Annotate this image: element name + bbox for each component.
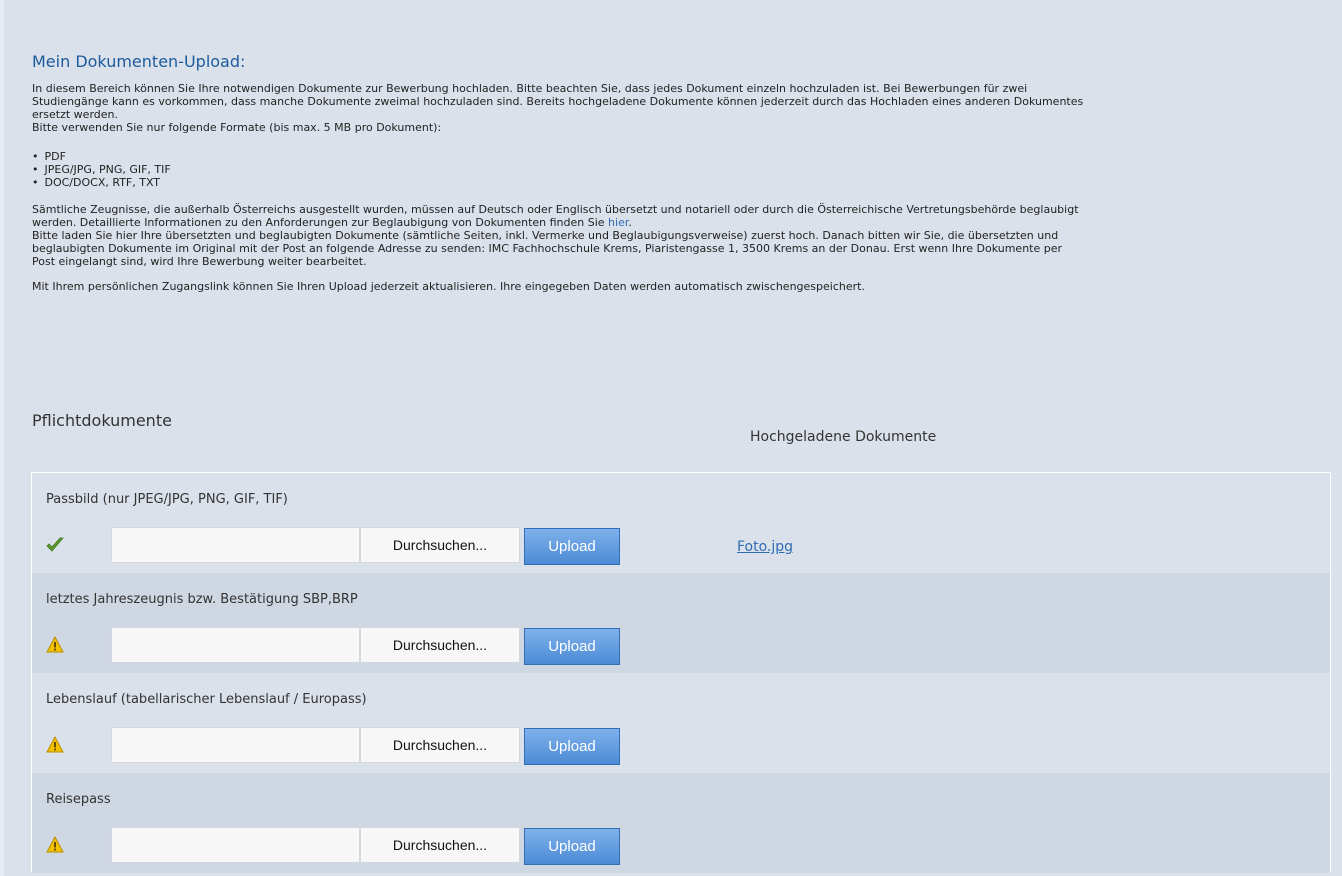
notes-line: werden. Detaillierte Informationen zu de… xyxy=(32,216,1332,229)
format-item: • PDF xyxy=(32,150,1332,163)
document-row-reisepass: Reisepass Durchsuchen... Upload xyxy=(32,773,1330,873)
upload-button[interactable]: Upload xyxy=(524,728,620,765)
upload-button[interactable]: Upload xyxy=(524,628,620,665)
page-title: Mein Dokumenten-Upload: xyxy=(32,52,246,71)
upload-button[interactable]: Upload xyxy=(524,828,620,865)
notes-line: Mit Ihrem persönlichen Zugangslink könne… xyxy=(32,280,865,293)
format-label: JPEG/JPG, PNG, GIF, TIF xyxy=(44,163,171,176)
intro-line: ersetzt werden. xyxy=(32,108,118,121)
notes-text-prefix: werden. Detaillierte Informationen zu de… xyxy=(32,216,609,229)
warning-icon xyxy=(46,636,64,653)
uploaded-column-heading: Hochgeladene Dokumente xyxy=(750,429,937,445)
bullet-icon: • xyxy=(32,150,39,163)
document-label: Passbild (nur JPEG/JPG, PNG, GIF, TIF) xyxy=(46,492,288,507)
format-item: • JPEG/JPG, PNG, GIF, TIF xyxy=(32,163,1332,176)
format-label: PDF xyxy=(44,150,66,163)
format-label: DOC/DOCX, RTF, TXT xyxy=(44,176,161,189)
format-list: • PDF • JPEG/JPG, PNG, GIF, TIF • DOC/DOCX,… xyxy=(32,150,1332,189)
format-item: • DOC/DOCX, RTF, TXT xyxy=(32,176,1332,189)
check-icon xyxy=(46,537,64,552)
file-path-field[interactable] xyxy=(111,727,360,763)
document-row-jahreszeugnis: letztes Jahreszeugnis bzw. Bestätigung S… xyxy=(32,573,1330,673)
browse-button[interactable]: Durchsuchen... xyxy=(360,627,520,663)
warning-icon xyxy=(46,836,64,853)
bullet-icon: • xyxy=(32,163,39,176)
file-path-field[interactable] xyxy=(111,627,360,663)
upload-info: Mein Dokumenten-Upload: In diesem Bereic… xyxy=(32,52,1332,293)
notes-line: Post eingelangt sind, wird Ihre Bewerbun… xyxy=(32,255,367,268)
intro-line: Bitte verwenden Sie nur folgende Formate… xyxy=(32,121,442,134)
notes-text: Sämtliche Zeugnisse, die außerhalb Öster… xyxy=(32,203,1332,293)
document-label: letztes Jahreszeugnis bzw. Bestätigung S… xyxy=(46,592,358,607)
section-heading: Pflichtdokumente xyxy=(32,411,172,430)
document-row-passbild: Passbild (nur JPEG/JPG, PNG, GIF, TIF) D… xyxy=(32,473,1330,573)
frame-edge xyxy=(0,0,4,876)
notes-line: Sämtliche Zeugnisse, die außerhalb Öster… xyxy=(32,203,1079,216)
browse-button[interactable]: Durchsuchen... xyxy=(360,727,520,763)
file-path-field[interactable] xyxy=(111,827,360,863)
browse-button[interactable]: Durchsuchen... xyxy=(360,527,520,563)
document-list: Passbild (nur JPEG/JPG, PNG, GIF, TIF) D… xyxy=(31,472,1331,873)
document-row-lebenslauf: Lebenslauf (tabellarischer Lebenslauf / … xyxy=(32,673,1330,773)
uploaded-file-link[interactable]: Foto.jpg xyxy=(737,539,793,555)
file-path-field[interactable] xyxy=(111,527,360,563)
info-link[interactable]: hier xyxy=(608,216,628,229)
warning-icon xyxy=(46,736,64,753)
document-label: Lebenslauf (tabellarischer Lebenslauf / … xyxy=(46,692,367,707)
intro-text: In diesem Bereich können Sie Ihre notwen… xyxy=(32,82,1332,134)
notes-text-suffix: . xyxy=(628,216,632,229)
intro-line: Studiengänge kann es vorkommen, dass man… xyxy=(32,95,1084,108)
upload-button[interactable]: Upload xyxy=(524,528,620,565)
bullet-icon: • xyxy=(32,176,39,189)
page: Mein Dokumenten-Upload: In diesem Bereic… xyxy=(0,0,1342,876)
intro-line: In diesem Bereich können Sie Ihre notwen… xyxy=(32,82,1028,95)
notes-line: Bitte laden Sie hier Ihre übersetzten un… xyxy=(32,229,1059,242)
notes-line: beglaubigten Dokumente im Original mit d… xyxy=(32,242,1063,255)
browse-button[interactable]: Durchsuchen... xyxy=(360,827,520,863)
document-label: Reisepass xyxy=(46,792,111,807)
